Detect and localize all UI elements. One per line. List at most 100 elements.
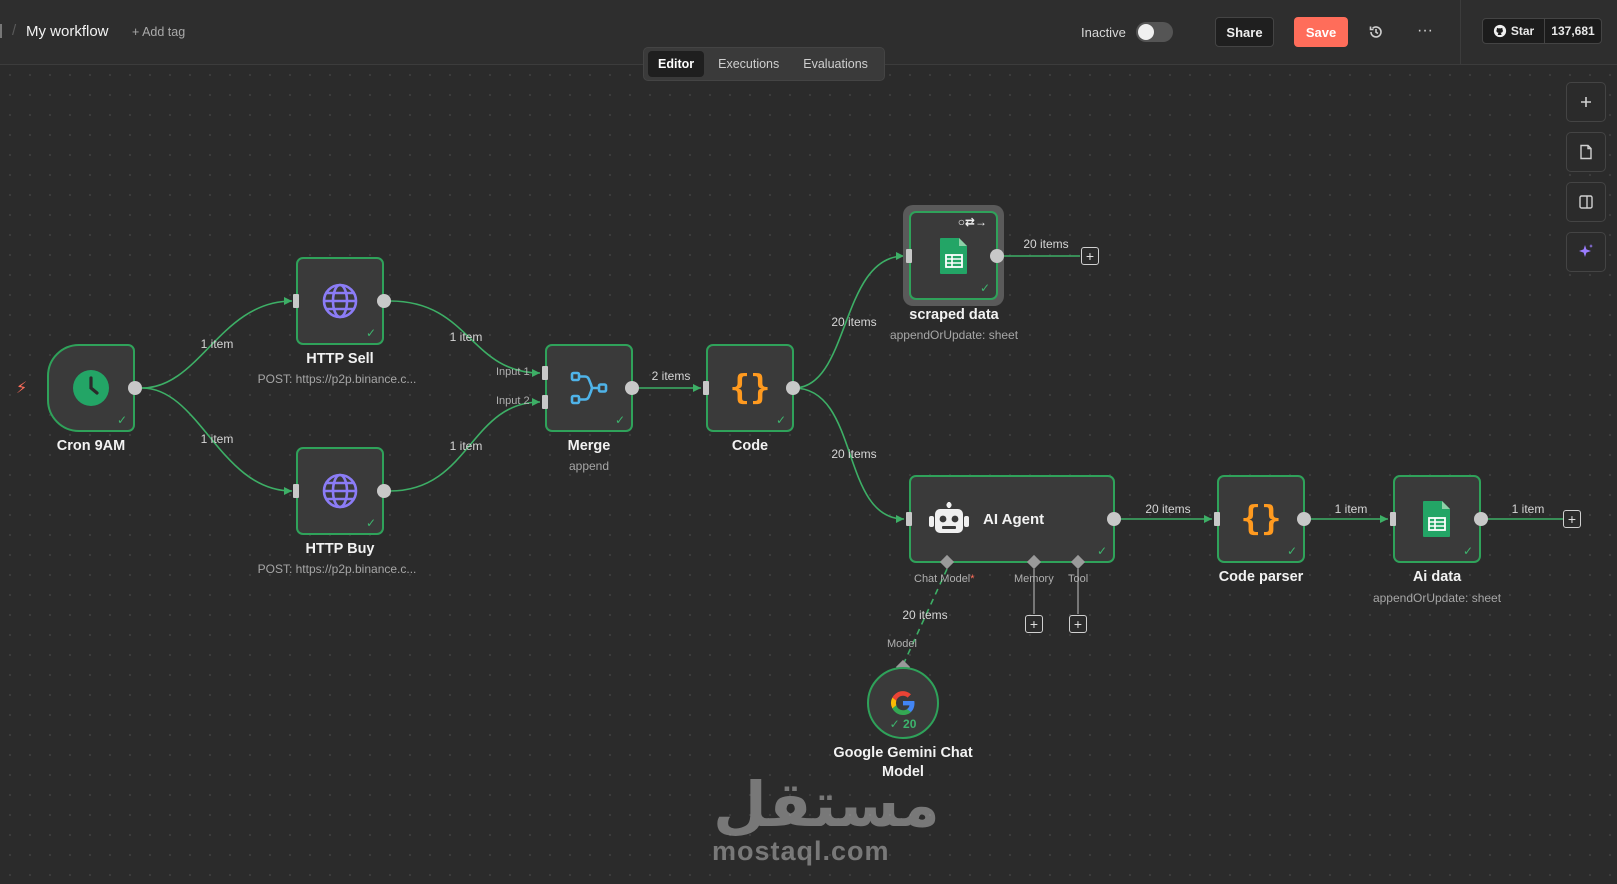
node-http-sell[interactable]: ✓ <box>296 257 384 345</box>
add-tag-button[interactable]: + Add tag <box>132 25 185 39</box>
node-label-http-sell: HTTP Sell <box>306 351 374 367</box>
topbar-divider <box>1460 0 1461 65</box>
trigger-bolt-icon: ⚡ <box>16 380 28 397</box>
edge-label-cron-buy: 1 item <box>200 432 234 446</box>
http-sell-output-handle[interactable] <box>377 294 391 308</box>
view-tabs: Editor Executions Evaluations <box>643 47 885 81</box>
panel-toggle-icon[interactable] <box>1566 182 1606 222</box>
toggle-knob <box>1138 24 1154 40</box>
breadcrumb-edge <box>0 24 2 38</box>
node-label-ai-agent: AI Agent <box>983 510 1045 528</box>
code-parser-output-handle[interactable] <box>1297 512 1311 526</box>
code-braces-icon: {} <box>729 368 771 408</box>
ai-agent-output-handle[interactable] <box>1107 512 1121 526</box>
save-button[interactable]: Save <box>1294 17 1348 47</box>
node-merge[interactable]: ✓ <box>545 344 633 432</box>
merge-input2-label: Input 2 <box>496 395 530 407</box>
merge-input1-label: Input 1 <box>496 366 530 378</box>
tab-evaluations[interactable]: Evaluations <box>793 51 878 77</box>
code-input-handle[interactable] <box>703 381 709 395</box>
merge-input1-handle[interactable] <box>542 366 548 380</box>
globe-icon <box>322 283 358 319</box>
node-google-gemini[interactable]: ✓ 20 <box>867 667 939 739</box>
code-output-handle[interactable] <box>786 381 800 395</box>
success-check-icon: ✓ <box>614 413 625 427</box>
node-code-parser[interactable]: {} ✓ <box>1217 475 1305 563</box>
more-options-icon[interactable]: ··· <box>1410 16 1440 46</box>
success-check-icon: ✓ <box>116 413 127 427</box>
add-node-after-scraped-button[interactable]: + <box>1081 247 1099 265</box>
http-buy-output-handle[interactable] <box>377 484 391 498</box>
merge-input2-handle[interactable] <box>542 395 548 409</box>
node-label-code: Code <box>731 438 769 454</box>
github-icon <box>1493 24 1506 38</box>
ai-sparkle-icon[interactable] <box>1566 232 1606 272</box>
node-label-ai-data: Ai data <box>1412 569 1462 585</box>
activation-toggle[interactable] <box>1136 22 1173 42</box>
edge-label-agent-parser: 20 items <box>1145 502 1191 516</box>
watermark-arabic: مستقل <box>713 768 940 841</box>
google-g-icon <box>891 691 915 715</box>
cron-output-handle[interactable] <box>128 381 142 395</box>
node-code[interactable]: {} ✓ <box>706 344 794 432</box>
memory-port-label: Memory <box>1014 573 1054 585</box>
success-check-icon: ✓ <box>365 326 376 340</box>
add-memory-button[interactable]: + <box>1025 615 1043 633</box>
edge-label-aidata-out: 1 item <box>1511 502 1545 516</box>
globe-icon <box>322 473 358 509</box>
node-label-gemini-line1: Google Gemini Chat <box>833 745 973 761</box>
workflow-title[interactable]: My workflow <box>26 23 109 40</box>
robot-icon <box>929 502 969 533</box>
tool-port-label: Tool <box>1068 573 1089 585</box>
ai-data-input-handle[interactable] <box>1390 512 1396 526</box>
node-cron-9am[interactable]: ✓ <box>47 344 135 432</box>
node-label-http-buy: HTTP Buy <box>305 541 375 557</box>
loop-arrow-icon: ○⇄→ <box>957 215 987 229</box>
node-ai-data[interactable]: ✓ <box>1393 475 1481 563</box>
history-icon[interactable] <box>1361 17 1391 47</box>
success-check-icon: ✓ <box>1462 544 1473 558</box>
success-check-icon: ✓ <box>775 413 786 427</box>
merge-output-handle[interactable] <box>625 381 639 395</box>
node-label-code-parser: Code parser <box>1218 569 1304 585</box>
success-check-icon: ✓ <box>365 516 376 530</box>
add-node-after-ai-data-button[interactable]: + <box>1563 510 1581 528</box>
node-subtitle-merge: append <box>568 459 610 473</box>
node-subtitle-ai-data: appendOrUpdate: sheet <box>1372 591 1502 605</box>
http-sell-input-handle[interactable] <box>293 294 299 308</box>
github-star-label: Star <box>1510 24 1535 38</box>
node-subtitle-http-sell: POST: https://p2p.binance.c... <box>257 372 417 386</box>
edge-label-merge-code: 2 items <box>651 369 691 383</box>
canvas-side-toolbar <box>1566 82 1608 282</box>
node-subtitle-http-buy: POST: https://p2p.binance.c... <box>257 562 417 576</box>
github-star-button[interactable]: Star <box>1483 19 1545 43</box>
edge-label-cron-sell: 1 item <box>200 337 234 351</box>
success-check-icon: ✓ <box>1096 544 1107 558</box>
scraped-data-output-handle[interactable] <box>990 249 1004 263</box>
add-tool-button[interactable]: + <box>1069 615 1087 633</box>
ai-data-output-handle[interactable] <box>1474 512 1488 526</box>
tab-editor[interactable]: Editor <box>648 51 705 77</box>
code-parser-input-handle[interactable] <box>1214 512 1220 526</box>
http-buy-input-handle[interactable] <box>293 484 299 498</box>
node-scraped-data[interactable]: ○⇄→ ✓ <box>909 211 998 300</box>
activation-status-label: Inactive <box>1081 25 1126 40</box>
zoom-in-icon[interactable] <box>1566 82 1606 122</box>
node-ai-agent[interactable]: AI Agent ✓ <box>909 475 1115 563</box>
node-subtitle-scraped-data: appendOrUpdate: sheet <box>889 328 1019 342</box>
github-star-widget[interactable]: Star 137,681 <box>1482 18 1602 44</box>
node-label-merge: Merge <box>567 438 611 454</box>
node-http-buy[interactable]: ✓ <box>296 447 384 535</box>
share-button[interactable]: Share <box>1215 17 1274 47</box>
workflow-canvas[interactable] <box>0 65 1617 884</box>
gemini-model-port-label: Model <box>887 638 917 650</box>
ai-agent-input-handle[interactable] <box>906 512 912 526</box>
tab-executions[interactable]: Executions <box>708 51 789 77</box>
sticky-note-icon[interactable] <box>1566 132 1606 172</box>
scraped-data-input-handle[interactable] <box>906 249 912 263</box>
edge-label-code-scraped: 20 items <box>831 315 877 329</box>
edge-label-buy-merge: 1 item <box>449 439 483 453</box>
edge-label-sell-merge: 1 item <box>449 330 483 344</box>
google-sheets-icon <box>939 237 967 274</box>
breadcrumb-separator: / <box>12 22 17 39</box>
